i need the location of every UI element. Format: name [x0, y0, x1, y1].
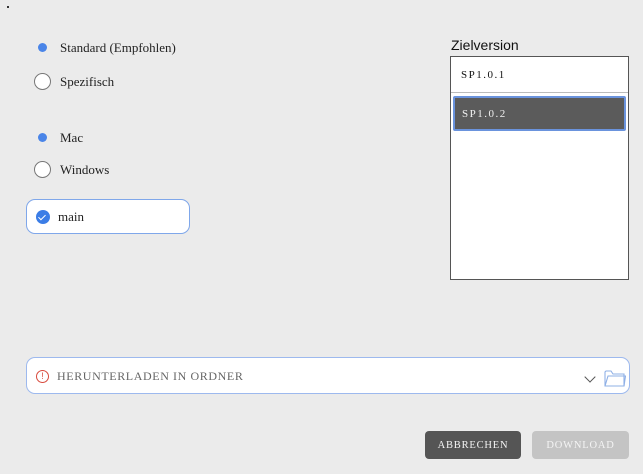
radio-selected-icon: [34, 129, 51, 146]
version-item[interactable]: SP1.0.1: [451, 57, 628, 93]
version-list[interactable]: SP1.0.1 SP1.0.2: [450, 56, 629, 280]
folder-icon[interactable]: [604, 369, 626, 387]
version-list-title: Zielversion: [451, 37, 519, 53]
radio-specific-label: Spezifisch: [60, 73, 115, 89]
radio-mac[interactable]: Mac: [34, 129, 83, 146]
radio-unselected-icon: [34, 161, 51, 178]
radio-standard-label: Standard (Empfohlen): [60, 39, 176, 55]
download-button[interactable]: DOWNLOAD: [532, 431, 629, 459]
warning-icon: !: [36, 370, 49, 383]
radio-mac-label: Mac: [60, 129, 84, 145]
radio-specific[interactable]: Spezifisch: [34, 73, 114, 90]
branch-label: main: [58, 208, 84, 224]
chevron-down-icon[interactable]: [584, 371, 596, 383]
version-item-selected[interactable]: SP1.0.2: [453, 96, 626, 131]
download-folder-placeholder: HERUNTERLADEN IN ORDNER: [57, 369, 244, 383]
radio-standard[interactable]: Standard (Empfohlen): [34, 39, 176, 56]
branch-checkbox-main[interactable]: main: [26, 199, 190, 234]
radio-unselected-icon: [34, 73, 51, 90]
radio-windows-label: Windows: [60, 161, 110, 177]
download-folder-select[interactable]: ! HERUNTERLADEN IN ORDNER: [26, 357, 630, 394]
radio-selected-icon: [34, 39, 51, 56]
cancel-button[interactable]: ABBRECHEN: [425, 431, 521, 459]
check-icon: [36, 209, 50, 224]
corner-mark: [7, 6, 9, 8]
radio-windows[interactable]: Windows: [34, 161, 109, 178]
